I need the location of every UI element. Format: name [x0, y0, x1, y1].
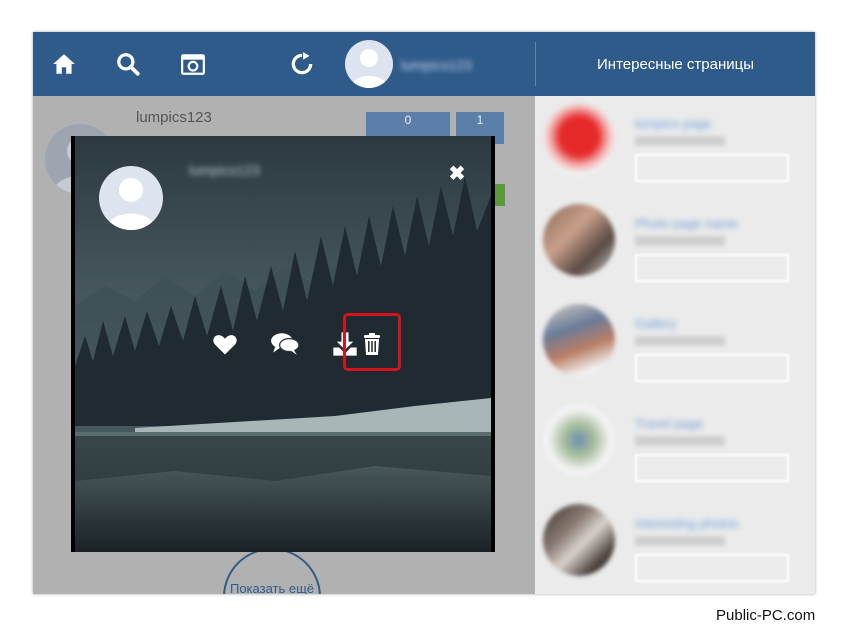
page-thumbnail — [543, 204, 615, 276]
subscribe-button[interactable] — [635, 254, 789, 282]
modal-user-avatar[interactable] — [99, 166, 163, 230]
refresh-icon[interactable] — [287, 49, 317, 79]
subscribe-button[interactable] — [635, 354, 789, 382]
page-subtitle — [635, 336, 725, 346]
page-thumbnail — [543, 404, 615, 476]
page-subtitle — [635, 236, 725, 246]
page-link[interactable]: Gallery — [635, 316, 676, 331]
page-subtitle — [635, 436, 725, 446]
home-icon[interactable] — [49, 49, 79, 79]
sidebar-item[interactable]: Interesting photos — [535, 504, 815, 594]
top-username[interactable]: lumpics123 — [401, 57, 472, 73]
page-subtitle — [635, 536, 725, 546]
page-link[interactable]: Interesting photos — [635, 516, 738, 531]
subscribe-button[interactable] — [635, 554, 789, 582]
interesting-pages-sidebar: lumpics page Photo page name Gallery Tra… — [535, 96, 815, 594]
search-icon[interactable] — [113, 49, 143, 79]
subscribe-button[interactable] — [635, 454, 789, 482]
page-link[interactable]: Travel page — [635, 416, 703, 431]
subscribe-button[interactable] — [635, 154, 789, 182]
like-icon[interactable] — [205, 324, 245, 364]
user-avatar[interactable] — [345, 40, 393, 88]
close-icon[interactable]: ✖ — [447, 164, 467, 184]
delete-highlight-frame — [343, 313, 401, 371]
page-subtitle — [635, 136, 725, 146]
page-thumbnail — [543, 104, 615, 176]
app-window: lumpics123 Интересные страницы lumpics12… — [33, 32, 815, 594]
page-link[interactable]: lumpics page — [635, 116, 712, 131]
page-link[interactable]: Photo page name — [635, 216, 738, 231]
photo-modal: lumpics123 ✖ — [71, 136, 495, 552]
show-more-button[interactable]: Показать ещё — [223, 548, 321, 594]
sidebar-item[interactable]: lumpics page — [535, 104, 815, 194]
top-bar: lumpics123 Интересные страницы — [33, 32, 815, 96]
sidebar-item[interactable]: Photo page name — [535, 204, 815, 294]
sidebar-item[interactable]: Travel page — [535, 404, 815, 494]
watermark: Public-PC.com — [716, 607, 816, 624]
page-thumbnail — [543, 504, 615, 576]
modal-username[interactable]: lumpics123 — [189, 162, 260, 178]
sidebar-item[interactable]: Gallery — [535, 304, 815, 394]
page-thumbnail — [543, 304, 615, 376]
camera-icon[interactable] — [178, 49, 208, 79]
comments-icon[interactable] — [265, 324, 305, 364]
profile-name: lumpics123 — [136, 109, 212, 126]
sidebar-title: Интересные страницы — [597, 55, 754, 73]
